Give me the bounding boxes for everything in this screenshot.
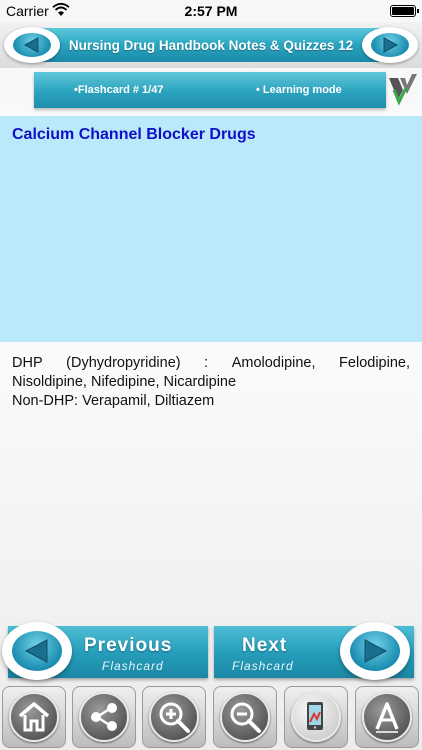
left-arrow-icon [24, 639, 48, 663]
zoom-out-button[interactable] [213, 686, 277, 748]
home-icon [18, 702, 50, 732]
previous-sub-label: Flashcard [102, 659, 164, 673]
question-area: Calcium Channel Blocker Drugs [0, 116, 422, 342]
phone-settings-button[interactable] [284, 686, 348, 748]
share-button[interactable] [72, 686, 136, 748]
answer-line-3: Non-DHP: Verapamil, Diltiazem [12, 393, 215, 409]
zoom-out-icon [230, 702, 261, 733]
flashcard-navigation: Previous Flashcard Next Flashcard [0, 618, 422, 684]
answer-line-1: DHP (Dyhydropyridine) : Amolodipine, Fel… [12, 355, 410, 371]
font-size-icon [375, 702, 399, 733]
header-forward-button[interactable] [362, 27, 418, 63]
right-arrow-icon [364, 639, 388, 663]
left-arrow-icon [23, 37, 39, 53]
next-label: Next [242, 635, 288, 656]
previous-arrow-button[interactable] [2, 622, 72, 680]
learning-mode-label: • Learning mode [256, 84, 342, 96]
status-bar: Carrier 2:57 PM [0, 0, 422, 22]
answer-line-2: Nisoldipine, Nifedipine, Nicardipine [12, 374, 237, 390]
zoom-in-icon [159, 702, 190, 733]
flashcard-counter: •Flashcard # 1/47 [74, 84, 164, 96]
title-bar: Nursing Drug Handbook Notes & Quizzes 12 [0, 22, 422, 68]
answer-text: DHP (Dyhydropyridine) : Amolodipine, Fel… [12, 354, 410, 411]
flashcard-info-bar: •Flashcard # 1/47 • Learning mode [34, 72, 386, 108]
app-title: Nursing Drug Handbook Notes & Quizzes 12 [68, 38, 354, 53]
next-sub-label: Flashcard [232, 659, 294, 673]
home-button[interactable] [2, 686, 66, 748]
bottom-toolbar [0, 684, 422, 750]
font-size-button[interactable] [355, 686, 419, 748]
brand-logo-icon [389, 74, 417, 106]
header-back-button[interactable] [4, 27, 60, 63]
right-arrow-icon [383, 37, 399, 53]
battery-icon [390, 5, 419, 17]
phone-settings-icon [307, 702, 323, 730]
next-arrow-button[interactable] [340, 622, 410, 680]
question-title: Calcium Channel Blocker Drugs [12, 126, 256, 143]
zoom-in-button[interactable] [142, 686, 206, 748]
share-icon [91, 703, 117, 731]
previous-label: Previous [84, 635, 173, 656]
status-time: 2:57 PM [184, 3, 238, 19]
